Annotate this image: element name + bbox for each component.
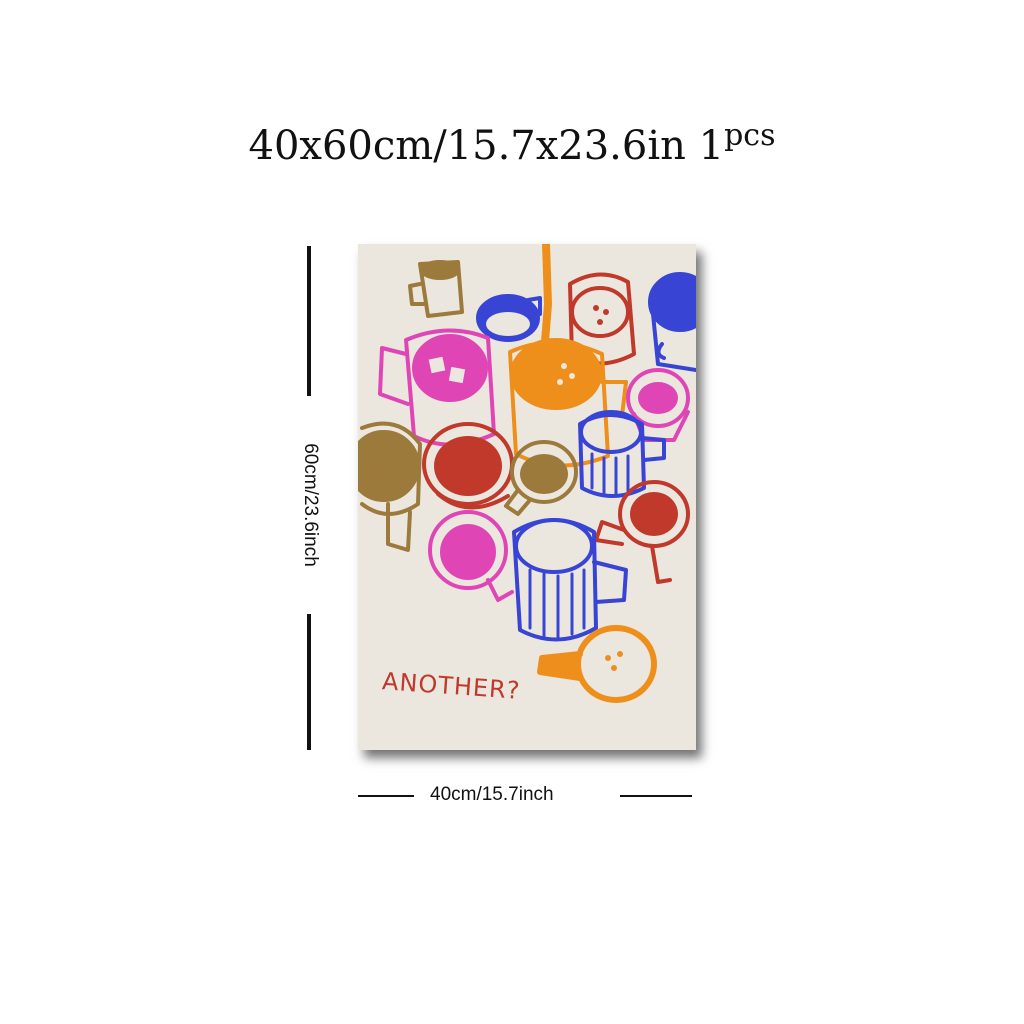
quantity-number: 1 xyxy=(698,123,725,169)
coffee-pour-stream xyxy=(540,244,552,358)
product-size-title: 40x60cm/15.7x23.6in 1pcs xyxy=(0,118,1024,169)
width-dimension-line-left xyxy=(358,795,414,797)
width-dimension-label: 40cm/15.7inch xyxy=(430,784,554,805)
pink-mug-right xyxy=(626,368,690,442)
pink-mug-lower xyxy=(428,510,514,602)
poster-artwork: ANOTHER? xyxy=(358,244,696,750)
width-dimension-line-right xyxy=(620,795,692,797)
blue-mug-right xyxy=(648,272,696,372)
blue-mug-small xyxy=(476,294,542,342)
size-text: 40x60cm/15.7x23.6in xyxy=(248,123,686,169)
quantity-unit: pcs xyxy=(724,118,776,153)
blue-mug-big xyxy=(512,518,628,642)
brown-mug-left xyxy=(358,421,422,552)
height-dimension-label: 60cm/23.6inch xyxy=(300,443,321,567)
red-mug-center xyxy=(422,422,514,510)
height-dimension-line-top xyxy=(307,246,311,396)
height-dimension-line-bottom xyxy=(307,614,311,750)
brown-mug-small xyxy=(408,260,464,318)
